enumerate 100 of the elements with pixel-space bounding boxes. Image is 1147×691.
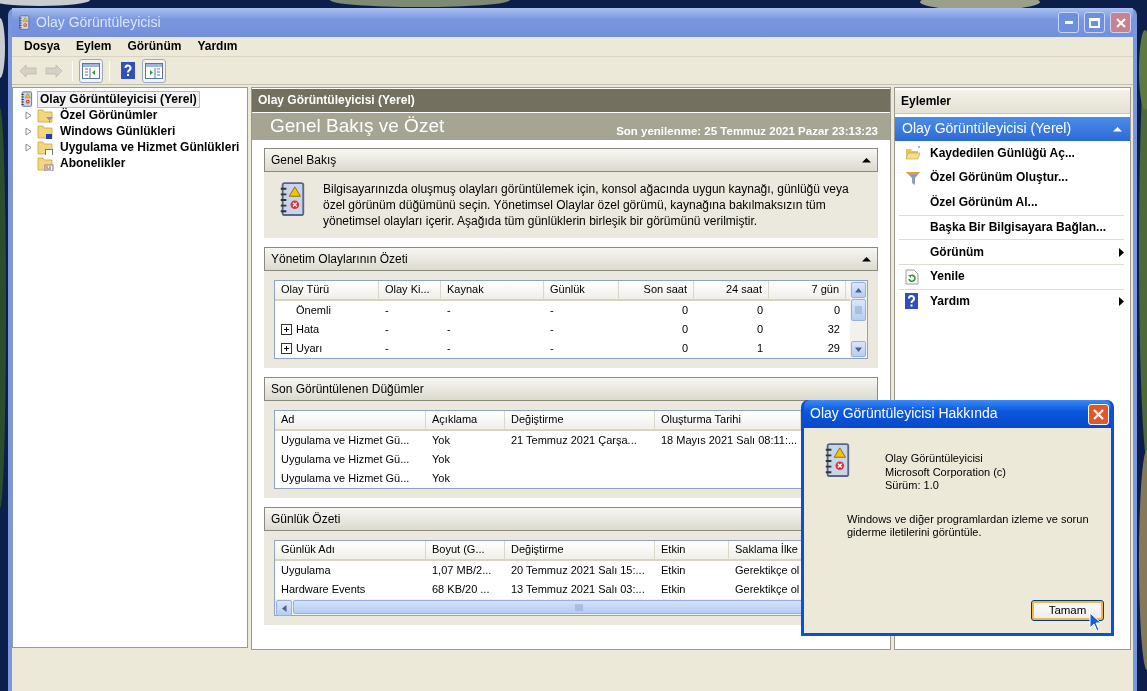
collapse-icon[interactable]: [862, 256, 871, 262]
close-icon: [1115, 17, 1126, 28]
column-header[interactable]: Açıklama: [426, 411, 505, 431]
section-title: Günlük Özeti: [271, 511, 341, 527]
grip-icon: [575, 603, 584, 611]
table-cell: Hata: [296, 322, 320, 337]
console-tree-button[interactable]: [79, 58, 103, 83]
table-cell: 0: [681, 322, 688, 337]
column-header[interactable]: Etkin: [655, 541, 729, 561]
table-cell: 0: [681, 303, 688, 318]
minimize-button[interactable]: [1058, 12, 1079, 33]
table-cell: 32: [827, 322, 840, 337]
scroll-down-icon[interactable]: [855, 346, 863, 352]
action-item[interactable]: Özel Görünüm Al...: [899, 190, 1124, 215]
pane-header: Olay Görüntüleyicisi (Yerel): [252, 89, 890, 112]
menu-item[interactable]: Yardım: [189, 39, 246, 54]
table-cell: -: [385, 341, 389, 356]
table-cell: 1,07 MB/2...: [432, 563, 492, 578]
folder-icon: [37, 123, 54, 139]
table-cell: -: [550, 322, 554, 337]
pane-title: Eylemler: [895, 90, 1130, 114]
minimize-icon: [1064, 21, 1073, 24]
folder-icon: [37, 107, 54, 123]
table-cell: 21 Temmuz 2021 Çarşa...: [511, 433, 637, 448]
menu-item[interactable]: Görünüm: [119, 39, 190, 54]
action-item[interactable]: Kaydedilen Günlüğü Aç...: [899, 141, 1124, 166]
folder-icon: [37, 139, 54, 155]
action-item[interactable]: Yardım: [899, 288, 1124, 314]
help-icon: [905, 293, 918, 310]
table-cell: Uygulama: [281, 563, 331, 578]
table-cell: -: [550, 303, 554, 318]
table-cell: 0: [681, 341, 688, 356]
column-header[interactable]: Günlük Adı: [275, 541, 426, 561]
tree-item[interactable]: Uygulama ve Hizmet Günlükleri: [57, 138, 243, 156]
ok-button[interactable]: Tamam: [1031, 600, 1104, 621]
refresh-icon: [905, 268, 919, 285]
table-cell: -: [447, 322, 451, 337]
tree-item[interactable]: Olay Görüntüleyicisi (Yerel): [37, 90, 200, 108]
scroll-left-icon[interactable]: [281, 604, 287, 612]
column-header[interactable]: Değiştirme: [505, 411, 655, 431]
tree-item[interactable]: Özel Görünümler: [57, 106, 161, 124]
action-item[interactable]: Yenile: [899, 263, 1124, 289]
column-header[interactable]: Ad: [275, 411, 426, 431]
close-button[interactable]: [1110, 12, 1131, 33]
maximize-icon: [1089, 17, 1100, 28]
page-title: Genel Bakış ve Özet: [270, 114, 445, 138]
filter-icon: [905, 169, 921, 186]
tree-item[interactable]: Abonelikler: [57, 154, 129, 172]
table-cell: 0: [833, 303, 840, 318]
cursor-icon: [1089, 612, 1102, 632]
column-header[interactable]: Günlük: [544, 281, 619, 301]
table-cell: Önemli: [296, 303, 331, 318]
action-group-title: Olay Görüntüleyicisi (Yerel): [902, 120, 1072, 138]
close-icon: [1093, 408, 1104, 420]
table-cell: Yok: [432, 433, 450, 448]
action-group-header[interactable]: Olay Görüntüleyicisi (Yerel): [895, 117, 1130, 141]
table-cell: Yok: [432, 471, 450, 486]
action-pane-button[interactable]: [142, 58, 166, 83]
pane-icon: [82, 62, 100, 79]
table-cell: 29: [827, 341, 840, 356]
expand-icon[interactable]: [281, 324, 292, 335]
table-cell: -: [550, 341, 554, 356]
column-header[interactable]: Kaynak: [441, 281, 544, 301]
column-header[interactable]: Olay Türü: [275, 281, 379, 301]
grip-icon: [855, 305, 863, 315]
scroll-up-icon[interactable]: [855, 287, 863, 293]
back-arrow-icon: [19, 63, 37, 78]
expand-icon[interactable]: [281, 343, 292, 354]
vertical-scrollbar[interactable]: [850, 281, 867, 358]
column-header[interactable]: Boyut (G...: [426, 541, 505, 561]
collapse-icon[interactable]: [862, 157, 871, 163]
section-title: Son Görüntülenen Düğümler: [271, 381, 424, 397]
menu-item[interactable]: Dosya: [16, 39, 69, 54]
table-cell: Uygulama ve Hizmet Gü...: [281, 471, 410, 486]
description-text: Windows ve diğer programlardan izleme ve sorun giderme iletilerini görüntüle.: [847, 512, 1090, 540]
table-cell: 1: [756, 341, 763, 356]
column-header[interactable]: 24 saat: [694, 281, 769, 301]
log-book-icon: [17, 14, 31, 31]
column-header[interactable]: Olay Ki...: [379, 281, 441, 301]
log-book-icon: [19, 90, 34, 108]
menu-item[interactable]: Eylem: [68, 39, 120, 54]
table-cell: 68 KB/20 ...: [432, 582, 490, 597]
action-item[interactable]: Başka Bir Bilgisayara Bağlan...: [899, 214, 1124, 240]
table-cell: Uygulama ve Hizmet Gü...: [281, 433, 410, 448]
forward-arrow-icon: [45, 63, 63, 78]
open-folder-icon: [905, 146, 921, 161]
maximize-button[interactable]: [1084, 12, 1105, 33]
pane-icon: [145, 62, 163, 79]
column-header[interactable]: 7 gün: [769, 281, 846, 301]
help-icon: [121, 62, 135, 79]
info-text: Sürüm: 1.0: [885, 479, 940, 493]
column-header[interactable]: Son saat: [619, 281, 694, 301]
table-cell: 13 Temmuz 2021 Salı 03:...: [511, 582, 645, 597]
column-header[interactable]: Oluşturma Tarihi: [655, 411, 801, 431]
action-item[interactable]: Görünüm: [899, 239, 1124, 264]
action-item[interactable]: Özel Görünüm Oluştur...: [899, 165, 1124, 191]
column-header[interactable]: Değiştirme: [505, 541, 655, 561]
tree-item[interactable]: Windows Günlükleri: [57, 122, 179, 140]
table-cell: 0: [756, 322, 763, 337]
table-cell: Uyarı: [296, 341, 323, 356]
